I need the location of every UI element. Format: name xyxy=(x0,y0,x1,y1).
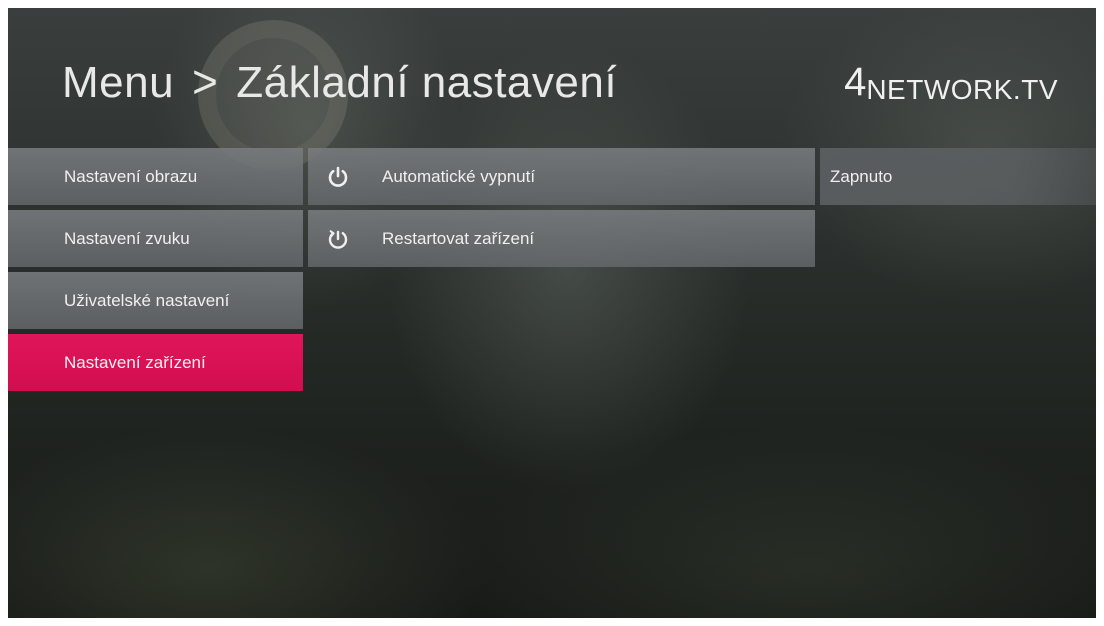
option-label: Restartovat zařízení xyxy=(382,228,535,248)
breadcrumb-separator: > xyxy=(192,56,219,109)
power-icon xyxy=(328,166,348,187)
menu-item-label: Nastavení zvuku xyxy=(64,228,190,248)
breadcrumb-menu[interactable]: Menu xyxy=(62,58,174,107)
menu-item-uzivatelske-nastaveni[interactable]: Uživatelské nastavení xyxy=(8,272,303,329)
breadcrumb-current: Základní nastavení xyxy=(236,58,618,107)
option-restartovat-zarizeni[interactable]: Restartovat zařízení xyxy=(308,210,815,267)
option-value-label: Zapnuto xyxy=(830,166,893,186)
menu-item-label: Nastavení zařízení xyxy=(64,352,206,372)
menu-item-nastaveni-zarizeni[interactable]: Nastavení zařízení xyxy=(8,334,303,391)
menu-item-label: Uživatelské nastavení xyxy=(64,290,230,310)
restart-icon xyxy=(328,229,348,249)
option-automaticke-vypnuti[interactable]: Automatické vypnutí xyxy=(308,148,815,205)
tv-screen: Menu > Základní nastavení 4NETWORK.TV Nast… xyxy=(8,8,1096,618)
page-title: Menu > Základní nastavení xyxy=(62,56,618,109)
option-value-zapnuto[interactable]: Zapnuto xyxy=(820,148,1096,205)
menu-item-nastaveni-obrazu[interactable]: Nastavení obrazu xyxy=(8,148,303,205)
logo-number: 4 xyxy=(844,60,867,104)
menu-item-nastaveni-zvuku[interactable]: Nastavení zvuku xyxy=(8,210,303,267)
option-label: Automatické vypnutí xyxy=(382,166,536,186)
logo-word: NETWORK.TV xyxy=(866,74,1058,105)
options-list: Automatické vypnutí Restartovat zařízení xyxy=(308,148,815,272)
menu-item-label: Nastavení obrazu xyxy=(64,166,198,186)
option-value-panel: Zapnuto xyxy=(820,148,1096,210)
brand-logo: 4NETWORK.TV xyxy=(844,60,1058,105)
category-menu: Nastavení obrazu Nastavení zvuku Uživate… xyxy=(8,148,303,396)
